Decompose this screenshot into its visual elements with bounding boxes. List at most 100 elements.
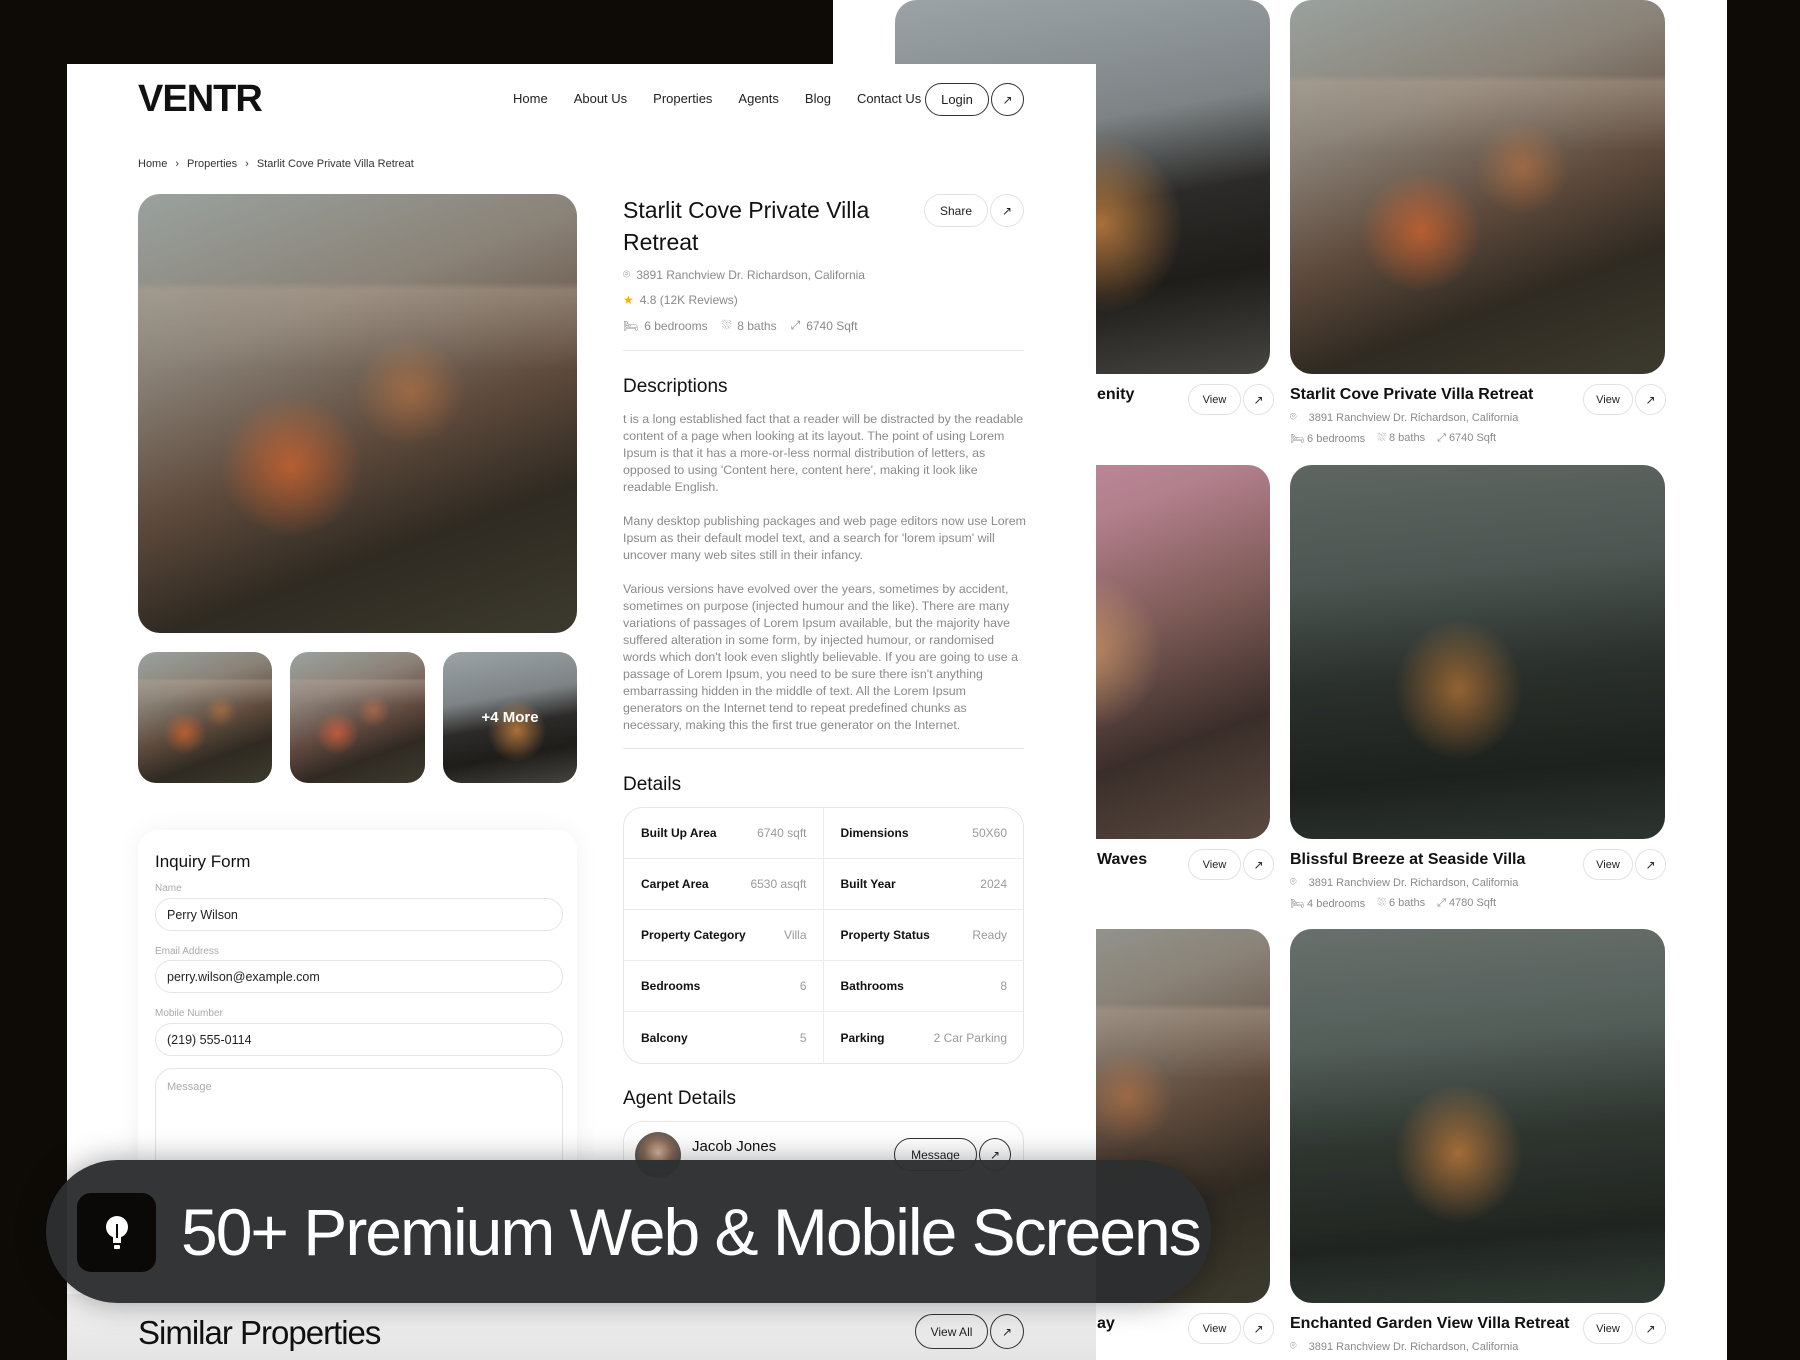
detail-key: Property Category xyxy=(641,928,746,942)
bed-icon: 🛏︎ 4 bedrooms xyxy=(1290,898,1366,910)
star-icon: ★ xyxy=(623,293,634,307)
property-card-title[interactable]: Waves xyxy=(1097,851,1147,869)
property-card-title[interactable]: Blissful Breeze at Seaside Villa xyxy=(1290,851,1525,869)
detail-cell: Property Status Ready xyxy=(823,910,1023,961)
detail-cell: Dimensions 50X60 xyxy=(823,808,1023,859)
baths-text: 8 baths xyxy=(737,318,777,333)
view-button[interactable]: View xyxy=(1188,1313,1241,1344)
arrow-icon[interactable]: ↗ xyxy=(1243,1313,1274,1344)
nav-contact-us[interactable]: Contact Us xyxy=(857,91,921,106)
detail-cell: Parking 2 Car Parking xyxy=(824,1012,1024,1063)
divider xyxy=(623,748,1024,749)
mobile-label: Mobile Number xyxy=(155,1008,223,1019)
property-address: ⌾ 3891 Ranchview Dr. Richardson, Californ… xyxy=(623,267,865,282)
breadcrumb-current: Starlit Cove Private Villa Retreat xyxy=(256,158,414,170)
location-pin-icon: ⌾ xyxy=(1290,1340,1297,1352)
view-all-button[interactable]: View All xyxy=(915,1314,988,1349)
nav-home[interactable]: Home xyxy=(513,91,548,106)
detail-value: Ready xyxy=(972,928,1007,942)
view-button[interactable]: View xyxy=(1188,849,1241,880)
location-pin-icon: ⌾ xyxy=(1290,876,1297,888)
property-card-title[interactable]: enity xyxy=(1097,386,1134,404)
bed-icon: 🛏︎ 6 bedrooms xyxy=(1290,433,1366,445)
login-button[interactable]: Login xyxy=(925,83,989,116)
nav-about-us[interactable]: About Us xyxy=(574,91,627,106)
bath-icon: ⛆ xyxy=(721,318,732,332)
nav-properties[interactable]: Properties xyxy=(653,91,712,106)
detail-key: Built Year xyxy=(840,877,896,891)
detail-key: Built Up Area xyxy=(641,826,717,840)
detail-value: 8 xyxy=(1000,979,1007,993)
area-text: 6740 Sqft xyxy=(806,318,858,333)
share-button[interactable]: Share xyxy=(924,194,988,227)
detail-key: Carpet Area xyxy=(641,877,709,891)
divider xyxy=(623,350,1024,351)
email-label: Email Address xyxy=(155,946,219,957)
detail-key: Property Status xyxy=(840,928,930,942)
property-card-address: ⌾ 3891 Ranchview Dr. Richardson, Californ… xyxy=(1290,876,1518,889)
property-rating: ★ 4.8 (12K Reviews) xyxy=(623,293,738,307)
property-card-image[interactable] xyxy=(1290,929,1665,1303)
property-card-specs: 🛏︎ 6 bedrooms ⛆ 8 baths ⤢ 6740 Sqft xyxy=(1290,432,1496,445)
detail-cell: Carpet Area 6530 asqft xyxy=(624,859,824,910)
arrow-icon[interactable]: ↗ xyxy=(1635,1313,1666,1344)
similar-properties-heading: Similar Properties xyxy=(138,1314,381,1351)
property-card-image[interactable] xyxy=(1290,0,1665,374)
nav-agents[interactable]: Agents xyxy=(738,91,778,106)
breadcrumb: Home › Properties › Starlit Cove Private V… xyxy=(138,158,414,170)
bed-icon: 🛏︎ xyxy=(623,318,639,333)
address-text: 3891 Ranchview Dr. Richardson, Californi… xyxy=(1308,876,1519,889)
share-arrow-icon[interactable]: ↗ xyxy=(990,194,1024,227)
description-paragraph: t is a long established fact that a read… xyxy=(623,412,1024,494)
address-text: 3891 Ranchview Dr. Richardson, Californi… xyxy=(1308,411,1519,424)
area-icon: ⤢ xyxy=(790,318,801,332)
arrow-icon[interactable]: ↗ xyxy=(1635,849,1666,880)
mobile-input[interactable]: (219) 555-0114 xyxy=(155,1023,563,1056)
logo[interactable]: VENTR xyxy=(138,74,263,124)
main-property-image[interactable] xyxy=(138,194,577,633)
agent-details-heading: Agent Details xyxy=(623,1088,737,1109)
breadcrumb-home[interactable]: Home xyxy=(138,158,167,170)
view-button[interactable]: View xyxy=(1583,384,1633,415)
arrow-icon[interactable]: ↗ xyxy=(1635,384,1666,415)
property-card-title[interactable]: ay xyxy=(1097,1315,1115,1333)
email-input[interactable]: perry.wilson@example.com xyxy=(155,960,563,993)
arrow-icon[interactable]: ↗ xyxy=(1243,849,1274,880)
detail-value: 50X60 xyxy=(972,826,1007,840)
address-text: 3891 Ranchview Dr. Richardson, Californi… xyxy=(636,267,865,282)
view-all-arrow-icon[interactable]: ↗ xyxy=(990,1314,1024,1349)
details-table: Built Up Area 6740 sqft Dimensions 50X60 Car… xyxy=(623,807,1024,1064)
breadcrumb-properties[interactable]: Properties xyxy=(187,158,237,170)
property-card-address: ⌾ 3891 Ranchview Dr. Richardson, Californ… xyxy=(1290,411,1518,424)
location-pin-icon: ⌾ xyxy=(623,267,631,281)
bath-icon: ⛆ 6 baths xyxy=(1377,897,1426,909)
gallery-more-thumbnail[interactable]: +4 More xyxy=(443,652,577,783)
login-arrow-icon[interactable]: ↗ xyxy=(991,83,1024,116)
name-input[interactable]: Perry Wilson xyxy=(155,898,563,931)
view-button[interactable]: View xyxy=(1188,384,1241,415)
detail-key: Balcony xyxy=(641,1030,688,1045)
arrow-icon[interactable]: ↗ xyxy=(1243,384,1274,415)
property-card-title[interactable]: Enchanted Garden View Villa Retreat xyxy=(1290,1315,1570,1333)
details-heading: Details xyxy=(623,774,682,795)
gallery-thumbnail[interactable] xyxy=(290,652,425,783)
gallery-thumbnail[interactable] xyxy=(138,652,272,783)
nav-blog[interactable]: Blog xyxy=(805,91,831,106)
detail-key: Parking xyxy=(840,1030,885,1045)
description-paragraph: Many desktop publishing packages and web… xyxy=(623,514,1026,562)
chevron-right-icon: › xyxy=(245,158,249,170)
view-button[interactable]: View xyxy=(1583,849,1633,880)
bath-icon: ⛆ 8 baths xyxy=(1377,432,1426,444)
detail-cell: Balcony 5 xyxy=(624,1012,824,1063)
inquiry-title: Inquiry Form xyxy=(155,852,251,871)
detail-value: 6530 asqft xyxy=(750,877,807,891)
detail-value: Villa xyxy=(784,928,807,942)
property-card-image[interactable] xyxy=(1290,465,1665,839)
bedrooms-text: 6 bedrooms xyxy=(644,318,708,333)
property-card-title[interactable]: Starlit Cove Private Villa Retreat xyxy=(1290,386,1533,404)
view-button[interactable]: View xyxy=(1583,1313,1633,1344)
detail-value: 6 xyxy=(799,979,807,993)
location-pin-icon: ⌾ xyxy=(1290,411,1297,423)
main-nav: Home About Us Properties Agents Blog Con… xyxy=(487,91,921,106)
description-paragraph: Various versions have evolved over the y… xyxy=(623,582,1018,732)
